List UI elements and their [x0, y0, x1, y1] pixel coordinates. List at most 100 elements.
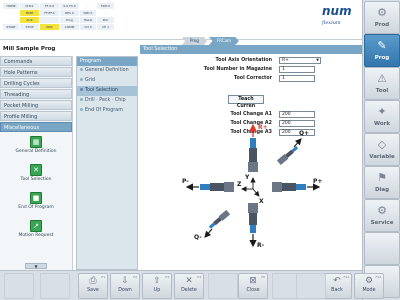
- status-cell: PLC: [97, 17, 114, 23]
- mode-button[interactable]: F12 ⚙ Mode: [354, 273, 384, 299]
- program-item[interactable]: End Of Program: [77, 106, 137, 116]
- sub-item[interactable]: ↗ Motion Request: [0, 220, 72, 244]
- logo-tagline: flexium: [322, 20, 341, 26]
- scroll-down-button[interactable]: ▼: [25, 263, 47, 269]
- status-cell: FF/FF.0: [40, 10, 59, 16]
- menu-button-diag[interactable]: ⚑ Diag: [364, 166, 400, 199]
- category-item[interactable]: Profile Milling: [0, 111, 72, 121]
- status-cell: FREE: [20, 10, 39, 16]
- program-item[interactable]: Tool Selection: [77, 86, 137, 96]
- bullet-icon: [80, 88, 83, 91]
- status-cell: HOME: [3, 3, 19, 9]
- work-icon: ✦: [377, 105, 387, 118]
- sub-item[interactable]: ▦ General Definition: [0, 136, 72, 160]
- program-item[interactable]: Grid: [77, 76, 137, 86]
- axis-label: R+: [258, 124, 268, 131]
- menu-button-prod[interactable]: ⚙ Prod: [364, 1, 400, 34]
- tool-left: [185, 182, 234, 192]
- program-item-label: Drill · Peck · Chip: [85, 98, 126, 103]
- menu-button-empty[interactable]: [364, 232, 400, 265]
- field-input[interactable]: 1: [279, 75, 315, 82]
- function-key-bar: F1 ⎙ Save F2 ⇩ Down F3 ⇧ Up F4 ✕ Delete F6 ⊠ Close F11 ↶…: [0, 270, 384, 300]
- sub-item-label: Motion Request: [18, 233, 54, 238]
- orientation-select[interactable]: R+: [279, 57, 321, 64]
- function-button-label: Save: [87, 288, 99, 293]
- variable-icon: ◇: [377, 138, 387, 151]
- down-button[interactable]: F2 ⇩ Down: [110, 273, 140, 299]
- main-area: Mill Sample Prog Commands Hole Patterns Dr…: [0, 45, 362, 270]
- back-button[interactable]: F11 ↶ Back: [322, 273, 352, 299]
- tool-up: [248, 123, 258, 172]
- function-button-label: Back: [331, 288, 343, 293]
- program-item-label: End Of Program: [85, 108, 123, 113]
- status-cell: [40, 17, 59, 23]
- breadcrumb-frcam[interactable]: FRCam: [208, 37, 239, 45]
- form-row: Tool Corrector: [140, 75, 272, 82]
- field-input[interactable]: 200: [279, 111, 315, 118]
- function-key-label: F3: [165, 275, 169, 279]
- sub-item-label: Tool Selection: [20, 177, 52, 182]
- category-item[interactable]: Hole Patterns: [0, 67, 72, 77]
- sub-item-label: General Definition: [15, 149, 57, 154]
- status-cell: .: [105, 11, 106, 15]
- logo-brand: num: [322, 4, 352, 18]
- program-item[interactable]: General Definition: [77, 66, 137, 76]
- page-title: Mill Sample Prog: [3, 46, 56, 52]
- prod-icon: ⚙: [377, 6, 387, 19]
- category-item[interactable]: Pocket Milling: [0, 100, 72, 110]
- form-row: Tool Change A1: [140, 111, 272, 118]
- status-cell: RPS 0: [60, 10, 79, 16]
- tool-orientation-diagram: R+ Q+ P- P+ Q- R- ZY X: [182, 123, 322, 249]
- sub-item[interactable]: ■ End Of Program: [0, 192, 72, 216]
- field-input[interactable]: 1: [279, 66, 315, 73]
- tool-selection-panel: Tool Selection Tool Axis Orientation R+ To…: [140, 45, 362, 270]
- menu-button-prog[interactable]: ✎ Prog: [364, 34, 400, 67]
- menu-button-service[interactable]: ⚙ Service: [364, 199, 400, 232]
- service-icon: ⚙: [377, 204, 387, 217]
- axis-label: X: [259, 198, 264, 205]
- tool-diag-up: [276, 146, 299, 166]
- category-list: Commands Hole Patterns Drilling Cycles Thre…: [0, 56, 72, 132]
- sub-item-list: ▦ General Definition ✕ Tool Selection ■ End O…: [0, 136, 72, 244]
- function-button-label: Mode: [362, 288, 376, 293]
- category-item[interactable]: Threading: [0, 89, 72, 99]
- menu-button-tool[interactable]: ⚠ Tool: [364, 67, 400, 100]
- teach-current-button[interactable]: Teach Curren: [228, 95, 264, 109]
- program-panel: Program General Definition Grid Tool Selec…: [76, 56, 138, 270]
- program-list: General Definition Grid Tool Selection Dril…: [77, 66, 137, 116]
- category-item[interactable]: Commands: [0, 56, 72, 66]
- category-item[interactable]: Miscellaneous: [0, 122, 72, 132]
- menu-button-label: Diag: [374, 187, 390, 193]
- category-item[interactable]: Drilling Cycles: [0, 78, 72, 88]
- function-button-label: Up: [153, 288, 161, 293]
- delete-button[interactable]: F4 ✕ Delete: [174, 273, 204, 299]
- close-button[interactable]: F6 ⊠ Close: [238, 273, 268, 299]
- status-cell: SPD 0: [80, 10, 96, 16]
- menu-button-work[interactable]: ✦ Work: [364, 100, 400, 133]
- function-key-label: F1: [101, 275, 105, 279]
- axis-label: Z: [237, 181, 242, 188]
- menu-button-label: Prod: [374, 22, 390, 28]
- save-button[interactable]: F1 ⎙ Save: [78, 273, 108, 299]
- bullet-icon: [80, 108, 83, 111]
- status-cell: COMM: [60, 24, 79, 30]
- field-label: Tool Corrector: [233, 76, 272, 81]
- stop-icon: ■: [30, 192, 42, 204]
- menu-button-variable[interactable]: ◇ Variable: [364, 133, 400, 166]
- status-cell: STOP: [20, 24, 39, 30]
- status-cell: Prog: [60, 17, 79, 23]
- up-button[interactable]: F3 ⇧ Up: [142, 273, 172, 299]
- bullet-icon: [80, 78, 83, 81]
- field-label: Tool Number in Magazine: [203, 67, 272, 72]
- sub-item[interactable]: ✕ Tool Selection: [0, 164, 72, 188]
- motion-request-icon: ↗: [30, 220, 42, 232]
- menu-button-label: Prog: [374, 55, 390, 61]
- program-item[interactable]: Drill · Peck · Chip: [77, 96, 137, 106]
- breadcrumb-prog[interactable]: Prog: [182, 37, 207, 45]
- axis-label: Q+: [299, 130, 309, 137]
- status-cell: CHC1: [20, 3, 39, 9]
- function-button-label: Delete: [181, 288, 197, 293]
- prog-icon: ✎: [377, 39, 387, 52]
- status-cell: .: [87, 4, 89, 8]
- tool-diag-down: [208, 209, 231, 229]
